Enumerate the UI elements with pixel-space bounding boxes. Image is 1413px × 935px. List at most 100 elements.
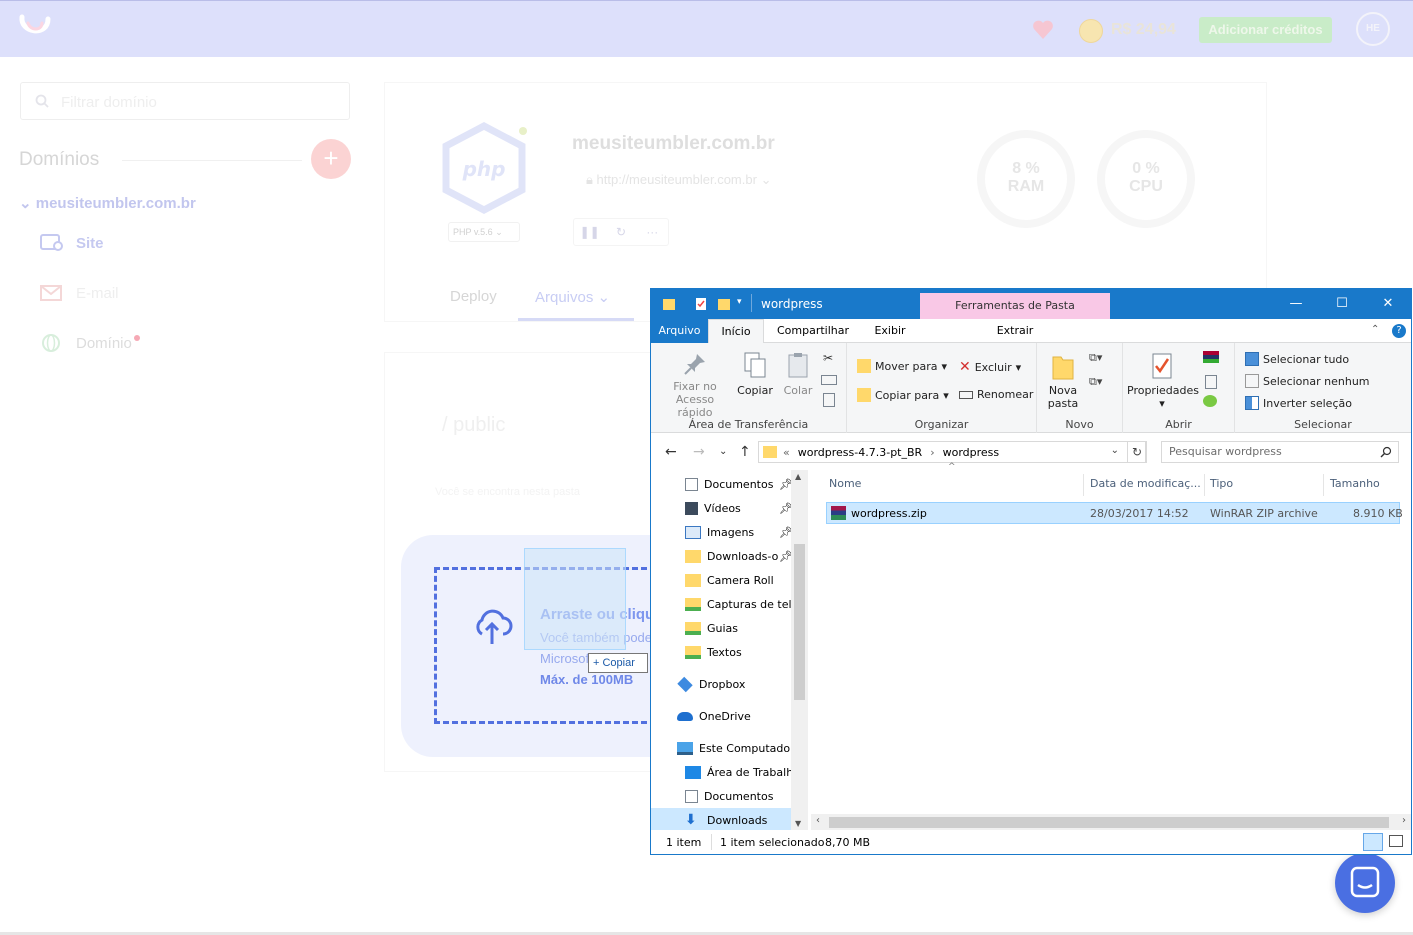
sidebar-item-domain[interactable]: Domínio (40, 333, 140, 353)
help-icon[interactable]: ? (1392, 324, 1406, 338)
scroll-right-icon[interactable]: › (1402, 815, 1406, 826)
chevron-right-icon[interactable]: › (930, 446, 934, 459)
column-separator[interactable] (1083, 474, 1084, 496)
back-icon[interactable]: ← (665, 444, 677, 460)
php-version-select[interactable]: PHP v.5.6 ⌄ (448, 222, 520, 242)
chat-button[interactable] (1335, 853, 1395, 913)
column-name[interactable]: Nome (829, 477, 861, 490)
address-bar[interactable]: « wordpress-4.7.3-pt_BR › wordpress ⌄ (758, 441, 1146, 463)
horizontal-scroll-thumb[interactable] (829, 817, 1389, 828)
compressed-folder-tools-tab[interactable]: Ferramentas de Pasta Compactada (920, 293, 1110, 338)
column-size[interactable]: Tamanho (1330, 477, 1380, 490)
close-icon[interactable]: ✕ (1365, 289, 1411, 319)
forward-icon[interactable]: → (693, 444, 705, 460)
column-separator[interactable] (1323, 474, 1324, 496)
breadcrumb-current[interactable]: wordpress (943, 446, 1000, 459)
nav-item-desktop[interactable]: Área de Trabalho (651, 760, 791, 784)
breadcrumb-root[interactable]: wordpress-4.7.3-pt_BR (798, 446, 922, 459)
paste-button[interactable]: Colar (779, 351, 817, 397)
umbler-logo-icon[interactable] (18, 13, 52, 43)
copy-button[interactable]: Copiar (735, 351, 775, 397)
nav-item-documents[interactable]: Documentos 📌︎ (651, 472, 791, 496)
edit-icon[interactable] (1205, 375, 1217, 389)
more-icon[interactable]: ··· (637, 219, 668, 245)
copy-path-icon[interactable] (821, 375, 837, 385)
scroll-left-icon[interactable]: ‹ (816, 815, 820, 826)
maximize-icon[interactable]: ☐ (1319, 289, 1365, 319)
tab-files[interactable]: Arquivos ⌄ (535, 288, 610, 306)
address-dropdown-icon[interactable]: ⌄ (1111, 445, 1119, 456)
delete-button[interactable]: ✕ Excluir ▾ (959, 359, 1021, 375)
large-icons-view-icon[interactable] (1389, 835, 1403, 847)
copy-to-button[interactable]: Copiar para ▾ (857, 388, 949, 402)
scroll-down-icon[interactable]: ▼ (795, 819, 801, 828)
nav-item-textos[interactable]: Textos (651, 640, 791, 664)
pin-quick-access-button[interactable]: Fixar no Acesso rápido (657, 351, 733, 419)
tab-home[interactable]: Início (708, 319, 764, 344)
tab-deploy[interactable]: Deploy (450, 288, 497, 305)
invert-selection-button[interactable]: Inverter seleção (1245, 396, 1352, 410)
easy-access-icon[interactable]: ⧉▾ (1089, 375, 1102, 389)
nav-item-downloads[interactable]: ⬇ Downloads (651, 808, 792, 830)
pause-icon[interactable]: ❚❚ (574, 219, 605, 245)
domain-filter-input[interactable]: Filtrar domínio (20, 82, 350, 120)
qat-dropdown-icon[interactable]: ▾ (737, 297, 742, 307)
column-type[interactable]: Tipo (1210, 477, 1233, 490)
tab-view[interactable]: Exibir (861, 319, 919, 343)
tab-file[interactable]: Arquivo (651, 319, 708, 343)
nav-item-downloads-o[interactable]: Downloads-o 📌︎ (651, 544, 791, 568)
folder-icon[interactable] (662, 297, 676, 311)
nav-item-this-pc[interactable]: Este Computador (651, 736, 791, 760)
heart-icon[interactable] (1030, 17, 1056, 43)
nav-item-screenshots[interactable]: Capturas de tela (651, 592, 791, 616)
nav-scroll-thumb[interactable] (794, 544, 805, 700)
details-view-icon[interactable] (1363, 833, 1383, 851)
add-domain-button[interactable]: + (311, 139, 351, 179)
nav-item-pictures[interactable]: Imagens 📌︎ (651, 520, 791, 544)
winrar-icon[interactable] (1203, 351, 1219, 363)
site-url[interactable]: 🔒︎ http://meusiteumbler.com.br ⌄ (586, 172, 771, 188)
tab-share[interactable]: Compartilhar (772, 319, 854, 343)
rename-button[interactable]: Renomear (959, 388, 1033, 401)
synced-folder-icon (685, 645, 701, 659)
onedrive-icon (677, 711, 693, 721)
nav-item-dropbox[interactable]: Dropbox (651, 672, 791, 696)
user-avatar[interactable]: HE (1356, 12, 1390, 46)
ribbon-collapse-icon[interactable]: ⌃ (1371, 324, 1379, 335)
up-icon[interactable]: ↑ (739, 444, 751, 460)
new-item-icon[interactable]: ⧉▾ (1089, 351, 1102, 365)
add-credits-button[interactable]: Adicionar créditos (1199, 17, 1332, 43)
nav-item-videos[interactable]: Vídeos 📌︎ (651, 496, 791, 520)
title-bar[interactable]: ▾ wordpress Ferramentas de Pasta Compact… (651, 289, 1411, 338)
file-row[interactable]: wordpress.zip 28/03/2017 14:52 WinRAR ZI… (826, 502, 1403, 524)
sidebar-item-site[interactable]: Site (40, 233, 104, 253)
paste-shortcut-icon[interactable] (823, 393, 835, 407)
nav-item-onedrive[interactable]: OneDrive (651, 704, 791, 728)
recent-locations-icon[interactable]: ⌄ (719, 446, 727, 457)
new-folder-icon[interactable] (717, 297, 731, 311)
nav-item-documents-pc[interactable]: Documentos (651, 784, 791, 808)
scroll-up-icon[interactable]: ▲ (795, 472, 801, 481)
new-folder-button[interactable]: Nova pasta (1043, 351, 1083, 410)
overflow-icon[interactable]: « (783, 446, 790, 459)
domain-tree-item[interactable]: ⌄ meusiteumbler.com.br (19, 194, 196, 212)
column-separator[interactable] (1204, 474, 1205, 496)
sidebar-item-email[interactable]: E-mail (40, 283, 119, 303)
refresh-icon[interactable]: ↻ (1127, 441, 1147, 463)
column-date[interactable]: Data de modificaç... (1090, 477, 1201, 490)
search-input[interactable]: Pesquisar wordpress (1161, 441, 1399, 463)
nav-scrollbar[interactable]: ▲ ▼ (791, 470, 808, 830)
cut-icon[interactable]: ✂ (823, 351, 833, 365)
minimize-icon[interactable]: — (1273, 289, 1319, 319)
nav-item-guias[interactable]: Guias (651, 616, 791, 640)
history-icon[interactable] (1203, 395, 1217, 407)
nav-item-camera-roll[interactable]: Camera Roll (651, 568, 791, 592)
select-all-button[interactable]: Selecionar tudo (1245, 352, 1349, 366)
select-none-button[interactable]: Selecionar nenhum (1245, 374, 1370, 388)
move-to-button[interactable]: Mover para ▾ (857, 359, 947, 373)
properties-icon[interactable] (694, 297, 708, 311)
properties-button[interactable]: Propriedades ▾ (1127, 351, 1199, 410)
tab-extract[interactable]: Extrair (920, 319, 1110, 343)
restart-icon[interactable]: ↻ (605, 219, 636, 245)
horizontal-scrollbar[interactable]: ‹ › (811, 814, 1411, 831)
